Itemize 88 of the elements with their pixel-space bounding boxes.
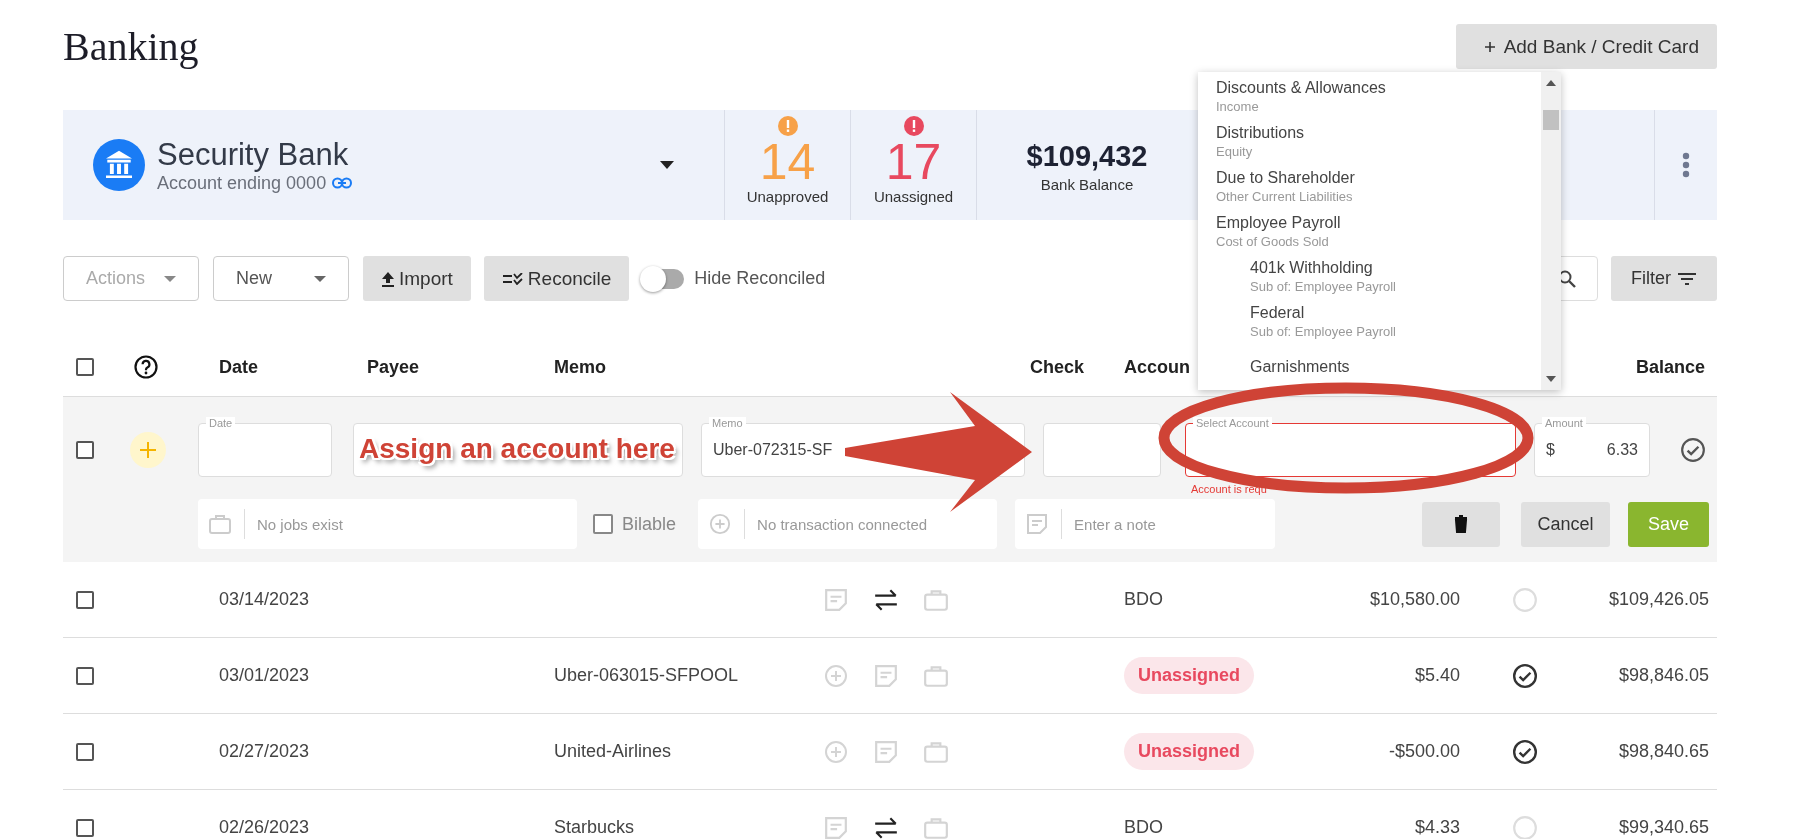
toggle-switch[interactable] [642, 268, 685, 289]
error-message: Account is requ [1191, 483, 1267, 495]
column-header[interactable]: Payee [367, 356, 420, 378]
row-checkbox[interactable] [76, 818, 94, 837]
table-cell: $98,846.05 [1618, 665, 1709, 686]
help-icon[interactable] [134, 355, 158, 379]
link-icon[interactable] [332, 177, 353, 189]
stat-count: 14 [759, 136, 816, 188]
table-cell: $98,840.65 [1618, 741, 1709, 762]
table-cell: BDO [1124, 589, 1163, 610]
table-cell: Uber-063015-SFPOOL [554, 665, 739, 686]
caret-icon [164, 275, 176, 282]
table-cell: $4.33 [1414, 817, 1460, 838]
menu-item[interactable]: Federal [1250, 304, 1541, 322]
scrollbar-thumb[interactable] [1543, 110, 1559, 130]
add-circle-icon [708, 513, 733, 535]
new-dropdown[interactable]: New [213, 256, 349, 301]
select-all-checkbox[interactable] [76, 358, 94, 376]
menu-item-type: Sub of: Employee Payroll [1250, 279, 1397, 294]
caret-icon[interactable] [660, 161, 674, 169]
stat-label: Unassigned [873, 188, 954, 205]
table-cell: $10,580.00 [1369, 589, 1460, 610]
upload-icon [381, 270, 395, 287]
menu-item-type: Income [1216, 99, 1260, 114]
stat-count: 17 [885, 136, 942, 188]
table-cell: 02/27/2023 [219, 741, 310, 762]
table-cell: 02/26/2023 [219, 817, 310, 838]
import-button[interactable]: Import [363, 256, 471, 301]
billable-label: Bilable [622, 513, 677, 535]
column-header[interactable]: Date [219, 356, 258, 378]
row-checkbox[interactable] [76, 590, 94, 609]
more-menu-icon[interactable] [1682, 152, 1690, 178]
billable-checkbox[interactable] [593, 514, 613, 534]
row-checkbox[interactable] [76, 742, 94, 761]
menu-item[interactable]: Employee Payroll [1216, 214, 1541, 232]
menu-item-type: Cost of Goods Sold [1216, 234, 1330, 249]
reconcile-button[interactable]: Reconcile [483, 256, 630, 301]
table-cell: BDO [1124, 817, 1163, 838]
menu-item-type: Equity [1216, 144, 1254, 159]
column-header[interactable]: Memo [554, 356, 606, 378]
account-name: Security Bank [157, 136, 350, 173]
stat-label: Unapproved [746, 188, 829, 205]
plus-icon [1483, 40, 1496, 53]
check-circle-icon[interactable] [1680, 437, 1706, 463]
annotation-text: Assign an account here [359, 432, 675, 466]
menu-item[interactable]: 401k Withholding [1250, 259, 1541, 277]
filter-button[interactable]: Filter [1611, 256, 1717, 301]
check-circle-icon[interactable] [1512, 662, 1538, 689]
delete-button[interactable] [1422, 501, 1500, 547]
column-header[interactable]: Balance [1635, 356, 1705, 378]
menu-item[interactable]: Discounts & Allowances [1216, 79, 1541, 97]
menu-item-type: Sub of: Employee Payroll [1250, 324, 1397, 339]
menu-item-type: Other Current Liabilities [1216, 189, 1354, 204]
cancel-button[interactable]: Cancel [1521, 501, 1610, 547]
column-header[interactable]: Check [1030, 356, 1085, 378]
table-cell: 03/14/2023 [219, 589, 310, 610]
transfer-icon[interactable] [873, 815, 899, 839]
briefcase-icon [208, 513, 232, 535]
trash-icon [1454, 515, 1468, 533]
row-checkbox[interactable] [76, 666, 94, 685]
scroll-up-icon[interactable] [1546, 80, 1556, 86]
scroll-down-icon[interactable] [1546, 376, 1556, 382]
table-cell: $99,340.65 [1618, 817, 1709, 838]
row-checkbox[interactable] [76, 441, 94, 459]
transfer-icon[interactable] [873, 587, 899, 612]
account-number: Account ending 0000 [157, 172, 327, 194]
filter-icon [1677, 271, 1697, 286]
table-cell: $5.40 [1414, 665, 1460, 686]
table-cell: $109,426.05 [1608, 589, 1709, 610]
caret-icon [314, 275, 326, 282]
add-account-button[interactable]: Add Bank / Credit Card [1455, 24, 1717, 69]
stat-label: Bank Balance [1040, 176, 1134, 193]
bank-icon [93, 139, 145, 191]
note-icon [1025, 513, 1050, 535]
column-header[interactable]: Accoun [1124, 356, 1190, 378]
table-cell: -$500.00 [1388, 741, 1460, 762]
menu-item[interactable]: Distributions [1216, 124, 1541, 142]
checklist-icon [501, 272, 524, 285]
table-cell: 03/01/2023 [219, 665, 310, 686]
search-icon [1558, 269, 1576, 288]
menu-item[interactable]: Due to Shareholder [1216, 169, 1541, 187]
table-cell: Starbucks [554, 817, 635, 838]
page-title: Banking [63, 24, 199, 70]
table-cell: United-Airlines [554, 741, 672, 762]
balance-amount: $109,432 [1026, 139, 1148, 174]
menu-item[interactable]: Garnishments [1250, 357, 1541, 376]
check-circle-icon[interactable] [1512, 738, 1538, 765]
toggle-label: Hide Reconciled [694, 268, 826, 289]
